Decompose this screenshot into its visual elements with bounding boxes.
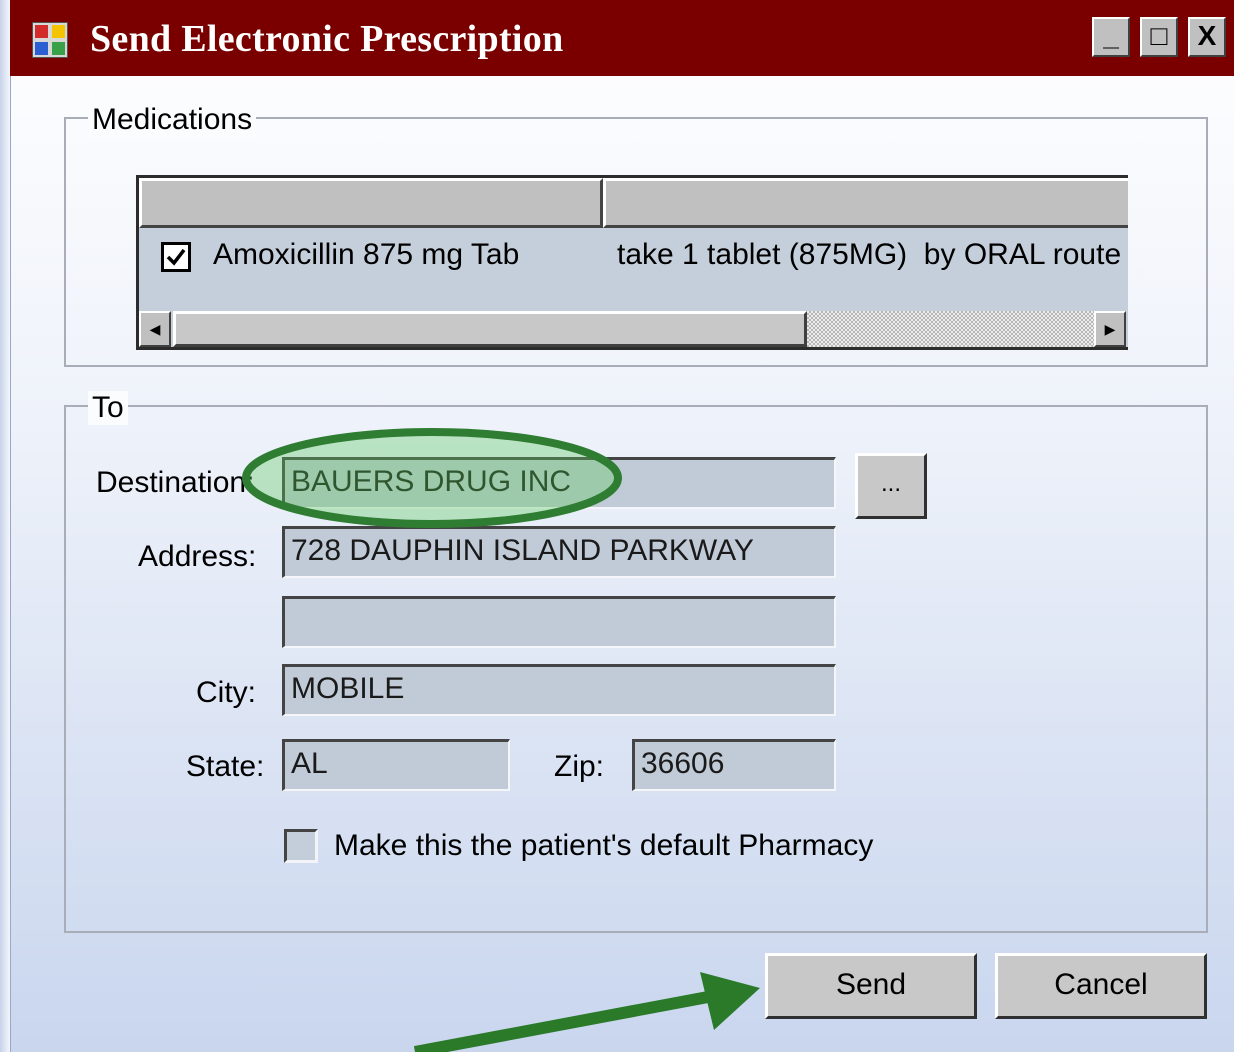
scrollbar-track[interactable]: [807, 311, 1094, 347]
default-pharmacy-label[interactable]: Make this the patient's default Pharmacy: [334, 829, 873, 863]
medication-instructions: take 1 tablet (875MG) by ORAL route: [617, 238, 1122, 271]
city-label: City:: [196, 676, 256, 709]
maximize-button[interactable]: □: [1140, 17, 1178, 57]
title-bar[interactable]: Send Electronic Prescription _ □ X: [10, 0, 1234, 76]
zip-label: Zip:: [554, 750, 605, 783]
destination-label: Destination:: [96, 466, 255, 499]
state-field[interactable]: AL: [282, 739, 510, 791]
send-prescription-dialog: Send Electronic Prescription _ □ X Medic…: [0, 0, 1234, 1052]
default-pharmacy-checkbox[interactable]: [284, 829, 318, 863]
minimize-button[interactable]: _: [1092, 17, 1130, 57]
cancel-button[interactable]: Cancel: [995, 953, 1207, 1019]
scroll-right-icon[interactable]: ▶: [1094, 311, 1126, 347]
app-icon: [32, 22, 68, 58]
send-button[interactable]: Send: [765, 953, 977, 1019]
browse-pharmacy-button[interactable]: ...: [855, 453, 927, 519]
address-line2-field[interactable]: [282, 596, 836, 648]
to-group-label: To: [88, 391, 128, 425]
scroll-left-icon[interactable]: ◀: [139, 311, 171, 347]
column-header-medication[interactable]: [139, 178, 603, 228]
state-label: State:: [186, 750, 265, 783]
address-line1-field[interactable]: 728 DAUPHIN ISLAND PARKWAY: [282, 526, 836, 578]
close-button[interactable]: X: [1188, 17, 1226, 57]
medication-name: Amoxicillin 875 mg Tab: [213, 238, 520, 271]
window-title: Send Electronic Prescription: [90, 18, 564, 60]
window-left-border: [0, 0, 11, 1052]
medication-row[interactable]: Amoxicillin 875 mg Tab take 1 tablet (87…: [139, 230, 1128, 288]
medications-group-label: Medications: [88, 103, 257, 137]
arrow-to-send-icon: [413, 972, 760, 1052]
destination-field[interactable]: BAUERS DRUG INC: [282, 457, 836, 509]
medications-list[interactable]: Amoxicillin 875 mg Tab take 1 tablet (87…: [136, 175, 1128, 350]
address-label: Address:: [138, 540, 257, 573]
city-field[interactable]: MOBILE: [282, 664, 836, 716]
zip-field[interactable]: 36606: [632, 739, 836, 791]
horizontal-scrollbar[interactable]: ◀ ▶: [139, 311, 1128, 347]
scrollbar-thumb[interactable]: [173, 311, 807, 347]
column-header-instructions[interactable]: [603, 178, 1128, 228]
checkmark-icon: [166, 248, 186, 266]
medication-checkbox[interactable]: [161, 242, 191, 272]
